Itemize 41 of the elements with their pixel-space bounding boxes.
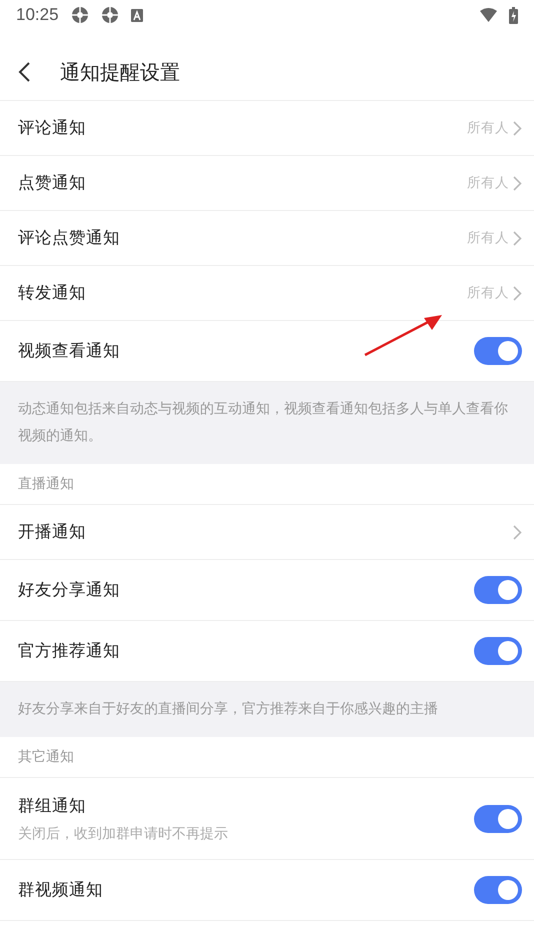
settings-row[interactable]: 评论点赞通知 所有人 (0, 211, 534, 266)
back-icon[interactable] (18, 62, 30, 82)
row-value: 所有人 (467, 284, 509, 302)
toggle-switch[interactable] (474, 876, 522, 904)
row-label: 评论点赞通知 (18, 227, 120, 249)
chevron-icon (513, 230, 522, 246)
page-title: 通知提醒设置 (60, 58, 180, 86)
row-label: 视频查看通知 (18, 340, 121, 362)
row-label: 好友分享通知 (18, 579, 121, 601)
status-time: 10:25 (16, 5, 59, 25)
row-label: 开播通知 (18, 521, 86, 543)
section-header: 直播通知 (0, 464, 534, 505)
chevron-icon (513, 524, 522, 540)
row-subtitle: 关闭后，收到加群申请时不再提示 (18, 824, 229, 842)
settings-row[interactable]: 点赞通知 所有人 (0, 156, 534, 211)
wifi-icon (480, 8, 497, 22)
aperture-icon (70, 6, 89, 24)
row-value: 所有人 (467, 174, 509, 192)
settings-row[interactable]: 评论通知 所有人 (0, 101, 534, 156)
section-note: 动态通知包括来自动态与视频的互动通知，视频查看通知包括多人与单人查看你视频的通知。 (0, 382, 534, 464)
row-value: 所有人 (467, 229, 509, 247)
section-note: 好友分享来自于好友的直播间分享，官方推荐来自于你感兴趣的主播 (0, 682, 534, 737)
chevron-icon (513, 176, 522, 190)
chevron-icon (513, 120, 522, 136)
battery-icon (509, 6, 518, 24)
toggle-switch[interactable] (474, 337, 522, 365)
row-label: 评论通知 (18, 117, 86, 139)
row-label: 转发通知 (18, 282, 86, 304)
row-label: 点赞通知 (18, 172, 86, 194)
settings-row[interactable]: 开播通知 (0, 505, 534, 560)
section-header: 其它通知 (0, 737, 534, 778)
aperture-icon (100, 6, 119, 24)
toggle-switch[interactable] (474, 804, 522, 832)
toggle-switch[interactable] (474, 576, 522, 604)
toggle-switch[interactable] (474, 637, 522, 665)
row-label: 群组通知 (18, 794, 87, 816)
app-icon (130, 8, 143, 22)
chevron-icon (513, 286, 522, 300)
row-label: 群视频通知 (18, 879, 104, 901)
row-label: 官方推荐通知 (18, 640, 121, 662)
row-value: 所有人 (467, 119, 509, 137)
